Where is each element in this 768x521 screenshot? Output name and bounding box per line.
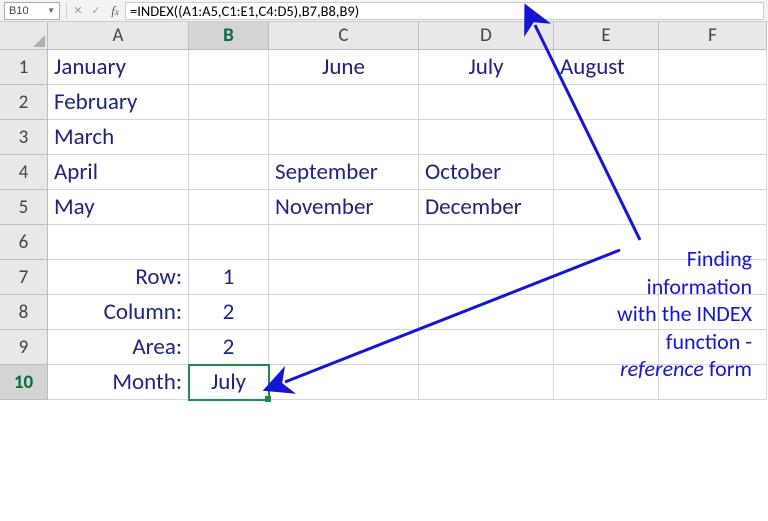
cell-B6[interactable] [189, 225, 269, 260]
cell-C2[interactable] [269, 85, 419, 120]
cancel-icon[interactable]: ✕ [69, 4, 87, 17]
accept-icon[interactable]: ✓ [87, 4, 105, 17]
cell-F5[interactable] [659, 190, 767, 225]
cell-A8[interactable]: Column: [48, 295, 189, 330]
cell-C7[interactable] [269, 260, 419, 295]
cell-A10[interactable]: Month: [48, 365, 189, 400]
cell-E8[interactable] [554, 295, 659, 330]
cell-F6[interactable] [659, 225, 767, 260]
col-header-F[interactable]: F [659, 22, 767, 50]
row-header-6[interactable]: 6 [0, 225, 48, 260]
formula-input[interactable]: =INDEX((A1:A5,C1:E1,C4:D5),B7,B8,B9) [125, 2, 764, 20]
spreadsheet-grid[interactable]: A B C D E F 1 January June July August 2… [0, 22, 768, 400]
cell-B4[interactable] [189, 155, 269, 190]
cell-B7[interactable]: 1 [189, 260, 269, 295]
cell-F9[interactable] [659, 330, 767, 365]
cell-D5[interactable]: December [419, 190, 554, 225]
cell-E4[interactable] [554, 155, 659, 190]
dropdown-icon[interactable]: ▼ [47, 6, 55, 15]
cell-F1[interactable] [659, 50, 767, 85]
cell-A6[interactable] [48, 225, 189, 260]
cell-D2[interactable] [419, 85, 554, 120]
cell-B8[interactable]: 2 [189, 295, 269, 330]
cell-B3[interactable] [189, 120, 269, 155]
cell-D7[interactable] [419, 260, 554, 295]
col-header-B[interactable]: B [189, 22, 269, 50]
name-box-value: B10 [9, 5, 29, 17]
formula-bar-row: B10 ▼ ✕ ✓ fx =INDEX((A1:A5,C1:E1,C4:D5),… [0, 0, 768, 22]
cell-F10[interactable] [659, 365, 767, 400]
row-header-8[interactable]: 8 [0, 295, 48, 330]
cell-E10[interactable] [554, 365, 659, 400]
cell-B1[interactable] [189, 50, 269, 85]
cell-F8[interactable] [659, 295, 767, 330]
cell-E9[interactable] [554, 330, 659, 365]
row-header-7[interactable]: 7 [0, 260, 48, 295]
cell-E6[interactable] [554, 225, 659, 260]
row-header-5[interactable]: 5 [0, 190, 48, 225]
cell-E2[interactable] [554, 85, 659, 120]
row-header-4[interactable]: 4 [0, 155, 48, 190]
cell-A4[interactable]: April [48, 155, 189, 190]
cell-E1[interactable]: August [554, 50, 659, 85]
cell-A2[interactable]: February [48, 85, 189, 120]
row-header-1[interactable]: 1 [0, 50, 48, 85]
cell-D10[interactable] [419, 365, 554, 400]
cell-E7[interactable] [554, 260, 659, 295]
cell-A1[interactable]: January [48, 50, 189, 85]
col-header-D[interactable]: D [419, 22, 554, 50]
cell-F2[interactable] [659, 85, 767, 120]
row-header-3[interactable]: 3 [0, 120, 48, 155]
row-header-9[interactable]: 9 [0, 330, 48, 365]
cell-F3[interactable] [659, 120, 767, 155]
cell-A7[interactable]: Row: [48, 260, 189, 295]
cell-D3[interactable] [419, 120, 554, 155]
cell-C8[interactable] [269, 295, 419, 330]
name-box[interactable]: B10 ▼ [4, 2, 60, 20]
cell-D8[interactable] [419, 295, 554, 330]
col-header-C[interactable]: C [269, 22, 419, 50]
cell-E5[interactable] [554, 190, 659, 225]
cell-D1[interactable]: July [419, 50, 554, 85]
divider [66, 3, 67, 19]
cell-C6[interactable] [269, 225, 419, 260]
cell-C4[interactable]: September [269, 155, 419, 190]
cell-F7[interactable] [659, 260, 767, 295]
row-header-10[interactable]: 10 [0, 365, 48, 400]
cell-B5[interactable] [189, 190, 269, 225]
cell-C9[interactable] [269, 330, 419, 365]
row-header-2[interactable]: 2 [0, 85, 48, 120]
cell-E3[interactable] [554, 120, 659, 155]
cell-D9[interactable] [419, 330, 554, 365]
cell-C10[interactable] [269, 365, 419, 400]
col-header-A[interactable]: A [48, 22, 189, 50]
cell-C3[interactable] [269, 120, 419, 155]
cell-B10[interactable]: July [189, 365, 269, 400]
cell-C5[interactable]: November [269, 190, 419, 225]
formula-text: =INDEX((A1:A5,C1:E1,C4:D5),B7,B8,B9) [130, 2, 359, 20]
cell-B9[interactable]: 2 [189, 330, 269, 365]
cell-B2[interactable] [189, 85, 269, 120]
cell-D6[interactable] [419, 225, 554, 260]
fx-icon[interactable]: fx [105, 3, 125, 19]
cell-A9[interactable]: Area: [48, 330, 189, 365]
cell-F4[interactable] [659, 155, 767, 190]
cell-D4[interactable]: October [419, 155, 554, 190]
select-all-corner[interactable] [0, 22, 48, 50]
col-header-E[interactable]: E [554, 22, 659, 50]
cell-C1[interactable]: June [269, 50, 419, 85]
cell-A3[interactable]: March [48, 120, 189, 155]
cell-A5[interactable]: May [48, 190, 189, 225]
